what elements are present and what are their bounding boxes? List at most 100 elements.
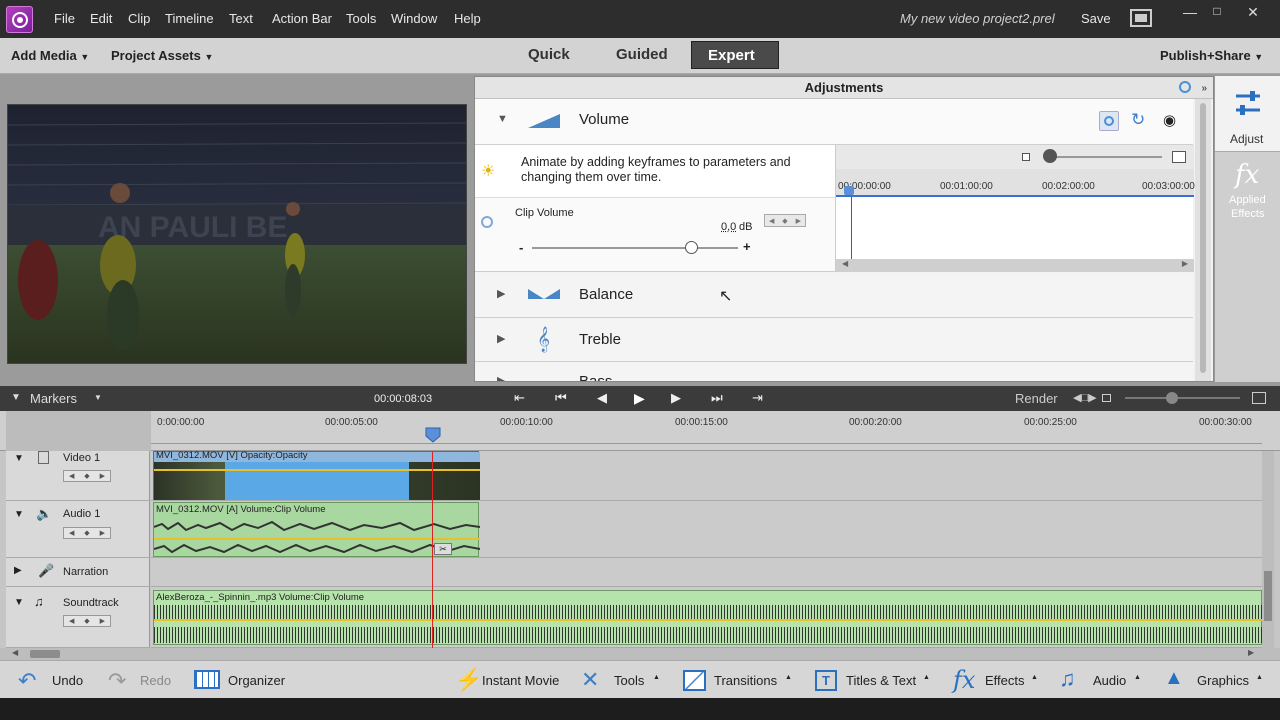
publish-share-button[interactable]: Publish+Share ▼ bbox=[1160, 48, 1263, 63]
scissors-icon[interactable]: ✂ bbox=[434, 543, 452, 555]
tracks-scrollbar[interactable] bbox=[1262, 451, 1274, 648]
track-lane-narration[interactable] bbox=[151, 558, 1262, 587]
effects-fx-icon[interactable]: fx bbox=[953, 666, 975, 694]
volume-plus[interactable]: + bbox=[743, 239, 751, 254]
treble-section-header[interactable]: ▶ 𝄞 Treble bbox=[475, 318, 1193, 362]
keyframe-buttons[interactable]: ◀ ◆ ▶ bbox=[63, 527, 111, 539]
video-clip[interactable]: MVI_0312.MOV [V] Opacity:Opacity bbox=[153, 450, 480, 500]
adjust-button[interactable]: Adjust bbox=[1215, 76, 1280, 152]
playhead-handle-icon[interactable] bbox=[425, 427, 441, 443]
keyframe-buttons[interactable]: ◀ ◆ ▶ bbox=[63, 615, 111, 627]
render-button[interactable]: Render bbox=[1015, 391, 1058, 406]
volume-slider-thumb[interactable] bbox=[684, 241, 698, 254]
expand-arrow-icon[interactable]: ▶ bbox=[497, 374, 505, 381]
fit-timeline-icon[interactable]: ◀□▶ bbox=[1073, 391, 1097, 404]
collapse-arrow-icon[interactable]: ▼ bbox=[14, 597, 24, 608]
keyframe-buttons[interactable]: ◀ ◆ ▶ bbox=[63, 470, 111, 482]
close-icon[interactable]: ✕ bbox=[1241, 4, 1265, 20]
soundtrack-clip[interactable]: AlexBeroza_-_Spinnin_.mp3 Volume:Clip Vo… bbox=[153, 590, 1263, 645]
tab-guided[interactable]: Guided bbox=[600, 41, 684, 69]
balance-section-header[interactable]: ▶ Balance ↖ bbox=[475, 273, 1193, 318]
hscroll-thumb[interactable] bbox=[30, 650, 60, 658]
titles-text-button[interactable]: Titles & Text bbox=[846, 673, 916, 688]
param-keyframe-icon[interactable] bbox=[481, 216, 493, 228]
scroll-right-icon[interactable]: ▶ bbox=[1182, 259, 1188, 268]
expand-arrow-icon[interactable]: ▶ bbox=[497, 332, 505, 345]
instant-movie-button[interactable]: Instant Movie bbox=[482, 673, 559, 688]
collapse-arrow-icon[interactable]: ▼ bbox=[497, 113, 508, 125]
fullscreen-icon[interactable] bbox=[1130, 9, 1152, 27]
timeline-hscrollbar[interactable]: ◀ ▶ bbox=[0, 648, 1280, 660]
markers-label[interactable]: Markers bbox=[30, 391, 77, 406]
timeline-zoom-slider[interactable] bbox=[1125, 397, 1240, 399]
reset-icon[interactable]: ↻ bbox=[1131, 110, 1145, 130]
expand-arrow-icon[interactable]: ▶ bbox=[14, 565, 22, 576]
tools-icon[interactable]: ✕ bbox=[581, 667, 599, 693]
audio-clip[interactable]: MVI_0312.MOV [A] Volume:Clip Volume ✂ bbox=[153, 502, 480, 557]
lightning-icon[interactable]: ⚡ bbox=[455, 667, 482, 693]
effects-button[interactable]: Effects bbox=[985, 673, 1025, 688]
menu-tools[interactable]: Tools bbox=[346, 11, 376, 26]
redo-icon[interactable]: ↷ bbox=[108, 668, 126, 694]
music-note-icon[interactable]: ♫ bbox=[1059, 666, 1076, 692]
menu-edit[interactable]: Edit bbox=[90, 11, 112, 26]
markers-dropdown-icon[interactable]: ▼ bbox=[11, 392, 21, 403]
timeline-zoom-out-icon[interactable] bbox=[1102, 394, 1111, 402]
chevron-down-icon[interactable]: ▼ bbox=[94, 393, 102, 402]
transitions-button[interactable]: Transitions bbox=[714, 673, 777, 688]
menu-text[interactable]: Text bbox=[229, 11, 253, 26]
panel-menu-icon[interactable]: » bbox=[1201, 78, 1207, 99]
menu-help[interactable]: Help bbox=[454, 11, 481, 26]
kf-scrollbar[interactable]: ◀ ▶ bbox=[836, 259, 1194, 272]
keyframe-nav-buttons[interactable]: ◀ ◆ ▶ bbox=[764, 214, 806, 227]
adjustments-scroll-thumb[interactable] bbox=[1200, 103, 1206, 373]
scroll-left-icon[interactable]: ◀ bbox=[12, 648, 18, 657]
timeline-ruler[interactable]: 0:00:00:00 00:00:05:00 00:00:10:00 00:00… bbox=[0, 411, 1280, 451]
track-lane-video1[interactable]: MVI_0312.MOV [V] Opacity:Opacity bbox=[151, 450, 1262, 501]
play-icon[interactable]: ▶ bbox=[634, 390, 645, 407]
track-lane-soundtrack[interactable]: AlexBeroza_-_Spinnin_.mp3 Volume:Clip Vo… bbox=[151, 587, 1263, 648]
timer-icon[interactable] bbox=[1179, 81, 1191, 93]
menu-file[interactable]: File bbox=[54, 11, 75, 26]
tracks-scroll-thumb[interactable] bbox=[1264, 571, 1272, 621]
zoom-in-icon[interactable] bbox=[1172, 151, 1186, 163]
undo-button[interactable]: Undo bbox=[52, 673, 83, 688]
track-lane-audio1[interactable]: MVI_0312.MOV [A] Volume:Clip Volume ✂ bbox=[151, 501, 1262, 558]
bass-section-header[interactable]: ▶ Bass bbox=[475, 362, 1193, 381]
project-assets-button[interactable]: Project Assets ▼ bbox=[111, 48, 213, 63]
app-logo-icon[interactable] bbox=[6, 6, 33, 33]
frame-forward-icon[interactable]: ▶ bbox=[671, 390, 681, 406]
menu-timeline[interactable]: Timeline bbox=[165, 11, 214, 26]
adjustments-scrollbar[interactable] bbox=[1195, 99, 1211, 381]
tools-button[interactable]: Tools bbox=[614, 673, 644, 688]
organizer-button[interactable]: Organizer bbox=[228, 673, 285, 688]
audio-button[interactable]: Audio bbox=[1093, 673, 1126, 688]
volume-minus[interactable]: - bbox=[519, 240, 523, 255]
transitions-icon[interactable] bbox=[683, 670, 706, 691]
tab-quick[interactable]: Quick bbox=[512, 41, 586, 69]
expand-arrow-icon[interactable]: ▶ bbox=[497, 287, 505, 300]
zoom-out-icon[interactable] bbox=[1022, 153, 1030, 161]
zoom-slider[interactable] bbox=[1046, 156, 1162, 158]
graphics-icon[interactable]: ▲ bbox=[1164, 667, 1184, 690]
volume-slider-track[interactable] bbox=[532, 247, 738, 249]
scroll-left-icon[interactable]: ◀ bbox=[842, 259, 848, 268]
minimize-icon[interactable]: — bbox=[1178, 4, 1202, 20]
applied-effects-button[interactable]: fx Applied Effects bbox=[1215, 156, 1280, 230]
titles-icon[interactable]: T bbox=[815, 670, 837, 691]
maximize-icon[interactable]: □ bbox=[1205, 4, 1229, 20]
keyframe-toggle-icon[interactable] bbox=[1099, 111, 1119, 131]
frame-back-icon[interactable]: ◀ bbox=[597, 390, 607, 406]
step-back-icon[interactable]: ⏮ bbox=[555, 390, 567, 406]
undo-icon[interactable]: ↶ bbox=[18, 668, 36, 694]
go-to-end-icon[interactable]: ⇥ bbox=[752, 390, 763, 406]
graphics-button[interactable]: Graphics bbox=[1197, 673, 1249, 688]
step-forward-icon[interactable]: ⏭ bbox=[711, 390, 723, 406]
volume-section-header[interactable]: ▼ Volume ↻ ◉ bbox=[475, 99, 1193, 145]
timeline-zoom-thumb[interactable] bbox=[1166, 392, 1178, 404]
save-button[interactable]: Save bbox=[1081, 11, 1111, 26]
keyframe-timeline[interactable]: 00:00:00:00 00:01:00:00 00:02:00:00 00:0… bbox=[835, 145, 1195, 272]
timeline-zoom-in-icon[interactable] bbox=[1252, 392, 1266, 404]
collapse-arrow-icon[interactable]: ▼ bbox=[14, 453, 24, 464]
kf-playhead-marker[interactable] bbox=[844, 186, 854, 195]
